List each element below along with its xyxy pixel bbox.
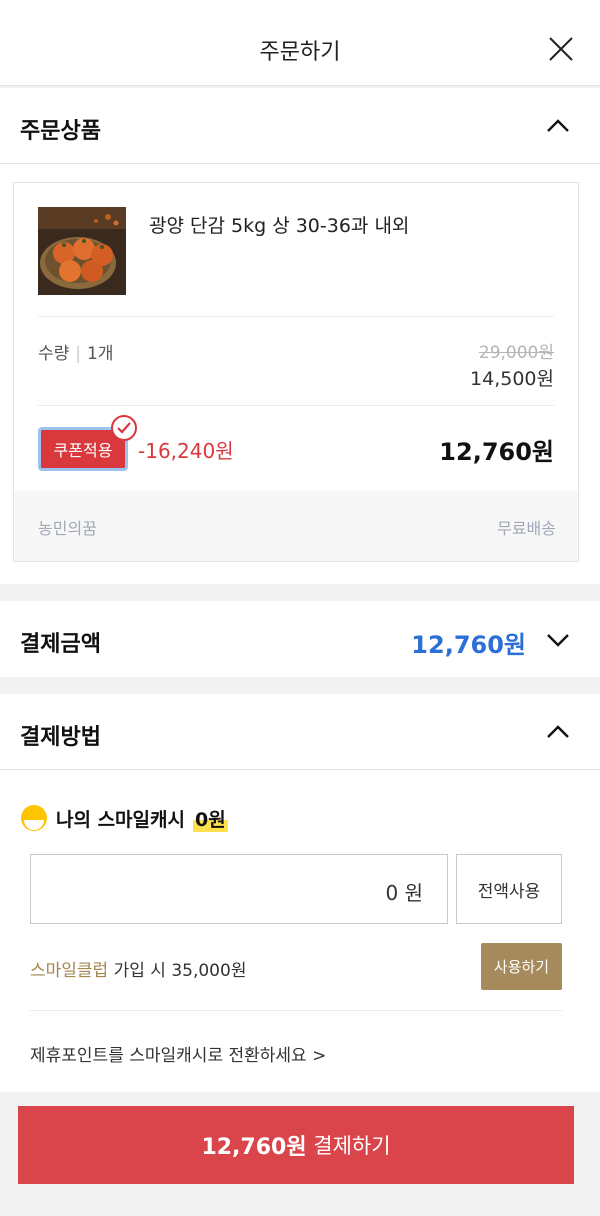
- smile-cash-label: 나의 스마일캐시: [56, 808, 185, 831]
- order-section-header[interactable]: 주문상품: [0, 88, 600, 164]
- product-card: 광양 단감 5kg 상 30-36과 내외 수량 | 1개 29,000원 14,5…: [13, 182, 579, 562]
- discount-amount: -16,240원: [138, 439, 234, 463]
- seller-name[interactable]: 농민의꿈: [38, 515, 97, 539]
- payment-method-header[interactable]: 결제방법: [0, 694, 600, 770]
- close-icon[interactable]: [548, 36, 574, 62]
- quantity-value: 1개: [87, 344, 114, 364]
- payment-amount-row[interactable]: 결제금액 12,760원: [0, 601, 600, 677]
- pay-button-amount: 12,760원: [201, 1135, 307, 1160]
- product-image: [38, 207, 126, 295]
- divider: [38, 405, 554, 406]
- top-header: 주문하기: [0, 0, 600, 86]
- chevron-down-icon[interactable]: [546, 633, 570, 647]
- smile-cash-input[interactable]: 0 원: [30, 854, 448, 924]
- payment-amount-label: 결제금액: [20, 632, 101, 657]
- check-icon: [111, 415, 137, 441]
- payment-method-title: 결제방법: [20, 725, 101, 750]
- divider: [38, 316, 554, 317]
- quantity-label: 수량: [38, 344, 70, 364]
- separator: |: [75, 344, 82, 364]
- pay-button-label: 결제하기: [306, 1134, 391, 1158]
- divider: [30, 1010, 562, 1011]
- smile-club-row: 스마일클럽 가입 시 35,000원: [30, 956, 246, 981]
- use-button[interactable]: 사용하기: [481, 943, 562, 990]
- pay-button[interactable]: 12,760원 결제하기: [18, 1106, 574, 1184]
- chevron-up-icon[interactable]: [546, 119, 570, 133]
- order-section-title: 주문상품: [20, 119, 101, 144]
- card-footer: 농민의꿈 무료배송: [14, 491, 578, 561]
- final-price: 12,760원: [439, 438, 554, 466]
- smile-club-link[interactable]: 스마일클럽: [30, 961, 108, 981]
- payment-amount-value: 12,760원: [411, 631, 526, 659]
- smile-cash-balance: 0원: [192, 804, 228, 832]
- payment-method-content: 나의 스마일캐시 0원 0 원 전액사용 스마일클럽 가입 시 35,000원 …: [0, 770, 600, 1092]
- sale-price: 14,500원: [470, 368, 554, 390]
- smile-club-text: 가입 시 35,000원: [108, 961, 247, 981]
- product-name: 광양 단감 5kg 상 30-36과 내외: [149, 215, 410, 237]
- smile-cash-input-value: 0 원: [385, 881, 423, 905]
- full-use-button[interactable]: 전액사용: [456, 854, 562, 924]
- order-products: 광양 단감 5kg 상 30-36과 내외 수량 | 1개 29,000원 14,5…: [0, 164, 600, 584]
- chevron-up-icon[interactable]: [546, 725, 570, 739]
- smile-cash-icon: [21, 805, 47, 831]
- original-price: 29,000원: [478, 343, 554, 363]
- smile-cash-row: 나의 스마일캐시 0원: [20, 804, 228, 832]
- delivery-info: 무료배송: [497, 519, 556, 538]
- point-convert-link[interactable]: 제휴포인트를 스마일캐시로 전환하세요 >: [30, 1041, 326, 1066]
- page-title: 주문하기: [259, 40, 341, 65]
- quantity: 수량 | 1개: [38, 339, 113, 364]
